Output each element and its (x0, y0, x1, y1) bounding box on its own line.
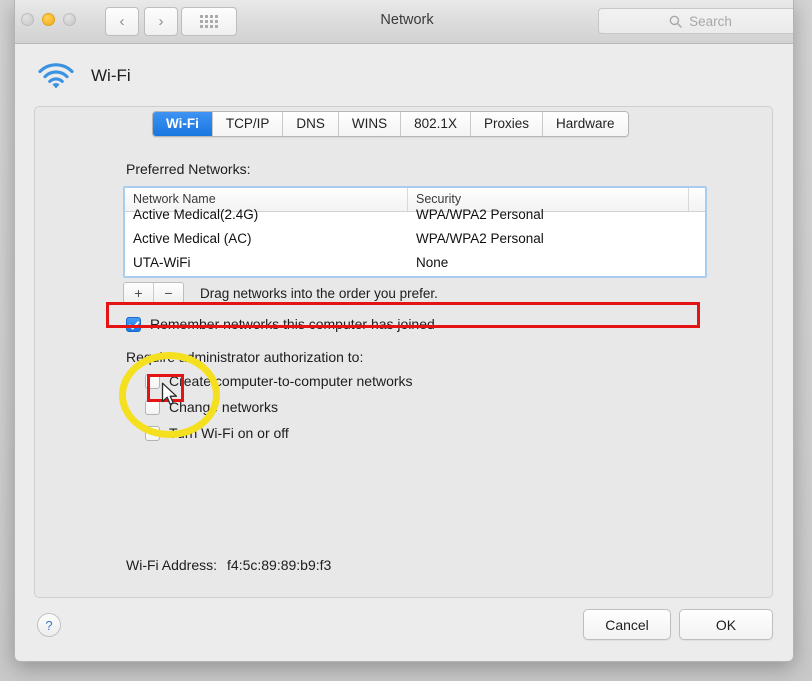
search-placeholder: Search (689, 13, 732, 29)
tab-dns[interactable]: DNS (283, 112, 339, 136)
network-security: None (416, 254, 449, 270)
network-name: UTA-WiFi (133, 254, 191, 270)
tab-wifi[interactable]: Wi-Fi (153, 112, 213, 136)
list-controls: + − Drag networks into the order you pre… (123, 282, 438, 304)
network-name: Active Medical(2.4G) (133, 206, 259, 222)
create-networks-label: Create computer-to-computer networks (169, 373, 413, 389)
remember-networks-row[interactable]: Remember networks this computer has join… (126, 316, 435, 332)
drag-hint-text: Drag networks into the order you prefer. (200, 285, 438, 301)
add-remove-group: + − (123, 282, 184, 304)
turn-wifi-checkbox[interactable] (145, 425, 160, 441)
window-titlebar: ‹ › Network Search (15, 0, 793, 44)
require-admin-label: Require administrator authorization to: (126, 349, 364, 365)
network-rows: Active Medical(2.4G) WPA/WPA2 Personal A… (125, 202, 705, 276)
service-header: Wi-Fi (37, 62, 131, 89)
turn-wifi-row[interactable]: Turn Wi-Fi on or off (145, 425, 289, 441)
tab-bar: Wi-Fi TCP/IP DNS WINS 802.1X Proxies Har… (152, 111, 629, 137)
tab-tcpip[interactable]: TCP/IP (212, 112, 284, 136)
network-preferences-window: ‹ › Network Search Wi-Fi Wi-Fi TCP/IP DN… (14, 0, 794, 662)
remember-networks-checkbox[interactable] (126, 316, 141, 332)
turn-wifi-label: Turn Wi-Fi on or off (169, 425, 289, 441)
service-name: Wi-Fi (91, 65, 131, 85)
help-button[interactable]: ? (37, 613, 61, 637)
tab-proxies[interactable]: Proxies (470, 112, 543, 136)
search-icon (669, 15, 682, 28)
preferred-networks-label: Preferred Networks: (126, 161, 251, 177)
ok-button[interactable]: OK (679, 609, 773, 640)
table-row[interactable]: Active Medical(2.4G) WPA/WPA2 Personal (125, 202, 705, 226)
wifi-address-label: Wi-Fi Address: (126, 557, 218, 573)
tab-hardware[interactable]: Hardware (542, 112, 628, 136)
change-networks-checkbox[interactable] (145, 399, 160, 415)
preferred-networks-list[interactable]: Network Name Security Active Medical(2.4… (123, 186, 707, 278)
change-networks-row[interactable]: Change networks (145, 399, 278, 415)
create-networks-checkbox[interactable] (145, 373, 160, 389)
tab-wins[interactable]: WINS (338, 112, 402, 136)
remember-networks-label: Remember networks this computer has join… (150, 316, 435, 332)
change-networks-label: Change networks (169, 399, 278, 415)
settings-panel: Wi-Fi TCP/IP DNS WINS 802.1X Proxies Har… (34, 106, 773, 598)
network-security: WPA/WPA2 Personal (416, 206, 544, 222)
table-row[interactable]: UTA-WiFi None (125, 250, 705, 274)
wifi-address-row: Wi-Fi Address: f4:5c:89:89:b9:f3 (126, 557, 331, 573)
tab-8021x[interactable]: 802.1X (401, 112, 471, 136)
add-network-button[interactable]: + (124, 283, 153, 303)
cancel-button[interactable]: Cancel (583, 609, 671, 640)
remove-network-button[interactable]: − (153, 283, 183, 303)
wifi-address-value: f4:5c:89:89:b9:f3 (227, 557, 332, 573)
table-row[interactable]: GFiberSetupApt 5 None (125, 274, 705, 276)
create-networks-row[interactable]: Create computer-to-computer networks (145, 373, 413, 389)
table-row[interactable]: Active Medical (AC) WPA/WPA2 Personal (125, 226, 705, 250)
screen: ‹ › Network Search Wi-Fi Wi-Fi TCP/IP DN… (0, 0, 812, 681)
wifi-icon (38, 63, 74, 89)
network-name: Active Medical (AC) (133, 230, 252, 246)
network-security: WPA/WPA2 Personal (416, 230, 544, 246)
search-field[interactable]: Search (598, 8, 793, 34)
